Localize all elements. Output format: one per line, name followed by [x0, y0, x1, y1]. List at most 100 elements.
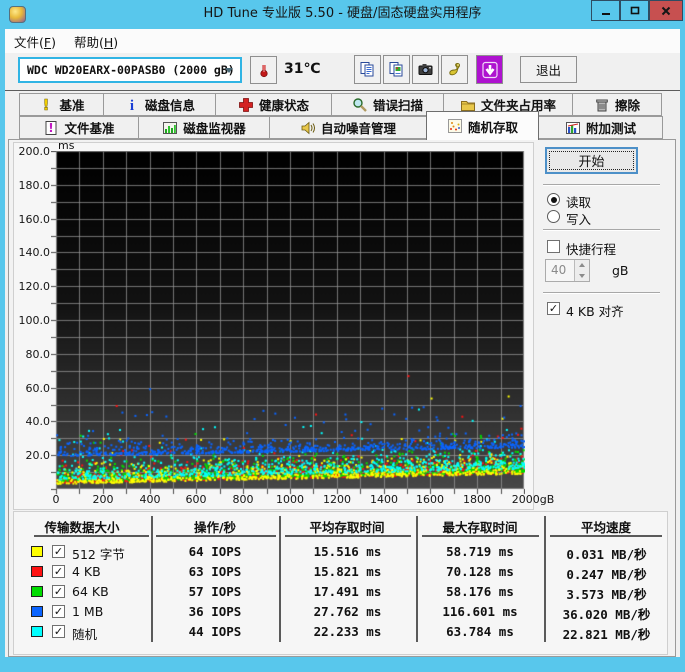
y-tick-label: 120.0: [18, 280, 51, 293]
tab-disk-info[interactable]: i 磁盘信息: [103, 93, 216, 116]
short-stroke-input[interactable]: 40: [545, 259, 590, 282]
copy-text-button[interactable]: [354, 55, 381, 84]
random-access-plot: [51, 151, 525, 495]
tab-disk-monitor[interactable]: 磁盘监视器: [138, 116, 270, 139]
column-header: 最大存取时间: [442, 520, 518, 535]
menu-file[interactable]: 文件(F): [5, 29, 65, 54]
series-label: 64 KB: [72, 584, 109, 599]
max-access-value: 63.784 ms: [446, 624, 514, 639]
series-color-swatch: [31, 626, 43, 637]
y-tick-label: 140.0: [18, 246, 51, 259]
drive-select-value: WDC WD20EARX-00PASB0 (2000 gB): [27, 63, 235, 77]
web-upload-icon: [449, 62, 461, 76]
menu-help-close: ): [113, 34, 119, 50]
exit-button[interactable]: 退出: [520, 56, 577, 83]
short-stroke-value: 40: [551, 263, 567, 277]
tab-health[interactable]: 健康状态: [215, 93, 332, 116]
separator: [543, 184, 660, 186]
menu-help[interactable]: 帮助(H): [65, 29, 127, 54]
menu-file-label: 文件(: [14, 34, 44, 50]
column-header: 平均存取时间: [309, 520, 385, 535]
x-tick-label: 2000gB: [511, 493, 555, 506]
y-tick-label: 40.0: [25, 415, 51, 428]
tab-error-scan-label: 错误扫描: [372, 98, 423, 113]
minimize-icon: [601, 12, 610, 15]
spin-down-button[interactable]: [574, 270, 589, 281]
results-table: 传输数据大小 操作/秒 平均存取时间 最大存取时间 平均速度 ✓ 512 字节 …: [13, 511, 668, 655]
hdtune-window: { "window": { "title": "HD Tune 专业版 5.50…: [0, 0, 685, 672]
screenshot-button[interactable]: [412, 55, 439, 84]
series-color-swatch: [31, 546, 43, 557]
series-label: 随机: [72, 627, 98, 642]
svg-text:!: !: [43, 97, 50, 113]
series-label: 1 MB: [72, 604, 104, 619]
tab-random-access-label: 随机存取: [467, 119, 518, 135]
series-checkbox[interactable]: ✓: [52, 565, 65, 578]
start-button-label: 开始: [578, 155, 605, 170]
menu-bar: 文件(F) 帮助(H): [5, 29, 680, 53]
separator: [543, 292, 660, 294]
write-radio-label: 写入: [566, 212, 592, 227]
series-checkbox[interactable]: ✓: [52, 545, 65, 558]
column-header: 操作/秒: [193, 520, 237, 535]
file-benchmark-icon: !: [43, 120, 59, 136]
avg-access-value: 27.762 ms: [313, 604, 382, 619]
iops-value: 57 IOPS: [188, 584, 242, 599]
column-header: 传输数据大小: [44, 520, 120, 535]
tab-extra-tests[interactable]: 附加测试: [538, 116, 663, 139]
start-button[interactable]: 开始: [545, 147, 638, 174]
download-button[interactable]: [476, 55, 503, 84]
minimize-button[interactable]: [591, 0, 620, 21]
check-icon: ✓: [53, 564, 64, 578]
tab-erase-label: 擦除: [614, 98, 640, 113]
header-underline: [422, 535, 539, 537]
close-button[interactable]: [649, 0, 683, 21]
web-upload-button[interactable]: [441, 55, 468, 84]
benchmark-icon: !: [38, 95, 54, 114]
write-radio[interactable]: [547, 210, 560, 223]
menu-help-key: H: [103, 34, 114, 50]
copy-image-button[interactable]: [383, 55, 410, 84]
align-checkbox[interactable]: ✓: [547, 302, 560, 315]
series-checkbox[interactable]: ✓: [52, 605, 65, 618]
table-row: ✓ 4 KB 63 IOPS 15.821 ms 70.128 ms 0.247…: [14, 563, 667, 582]
iops-value: 36 IOPS: [188, 604, 242, 619]
close-icon: [661, 6, 671, 15]
maximize-button[interactable]: [620, 0, 649, 21]
max-access-value: 70.128 ms: [446, 564, 514, 579]
read-radio[interactable]: [547, 193, 560, 206]
tab-benchmark-label: 基准: [59, 98, 85, 113]
exit-button-label: 退出: [535, 63, 561, 78]
spin-down-icon: [579, 273, 585, 278]
tab-aam[interactable]: 自动噪音管理: [269, 116, 427, 139]
spin-up-icon: [579, 263, 585, 267]
drive-select[interactable]: WDC WD20EARX-00PASB0 (2000 gB): [18, 57, 242, 83]
avg-speed-value: 22.821 MB/秒: [562, 627, 651, 642]
tab-file-benchmark-label: 文件基准: [64, 121, 115, 136]
camera-icon: [418, 64, 433, 75]
tab-erase[interactable]: 擦除: [572, 93, 662, 116]
series-checkbox[interactable]: ✓: [52, 585, 65, 598]
tab-random-access[interactable]: 随机存取: [426, 111, 539, 140]
tab-extra-tests-label: 附加测试: [585, 121, 636, 136]
avg-access-value: 15.821 ms: [313, 564, 382, 579]
check-icon: ✓: [53, 584, 64, 598]
tab-aam-label: 自动噪音管理: [320, 121, 396, 136]
y-tick-label: 20.0: [25, 449, 51, 462]
random-access-icon: [447, 118, 463, 134]
tab-file-benchmark[interactable]: ! 文件基准: [19, 116, 139, 139]
max-access-value: 58.719 ms: [446, 544, 514, 559]
temperature-button[interactable]: [250, 56, 277, 84]
y-tick-label: 160.0: [18, 213, 51, 226]
series-checkbox[interactable]: ✓: [52, 625, 65, 638]
check-icon: ✓: [53, 544, 64, 558]
tab-benchmark[interactable]: ! 基准: [19, 93, 104, 116]
iops-value: 44 IOPS: [188, 624, 242, 639]
tab-health-label: 健康状态: [258, 98, 309, 113]
magnifier-icon: [352, 97, 368, 113]
max-access-value: 58.176 ms: [446, 584, 514, 599]
window-title: HD Tune 专业版 5.50 - 硬盘/固态硬盘实用程序: [203, 6, 482, 21]
tab-row-2: ! 文件基准 磁盘监视器 自动噪音管理 随机存取 附加测试: [19, 111, 663, 140]
short-stroke-checkbox[interactable]: [547, 240, 560, 253]
header-underline: [34, 535, 149, 537]
